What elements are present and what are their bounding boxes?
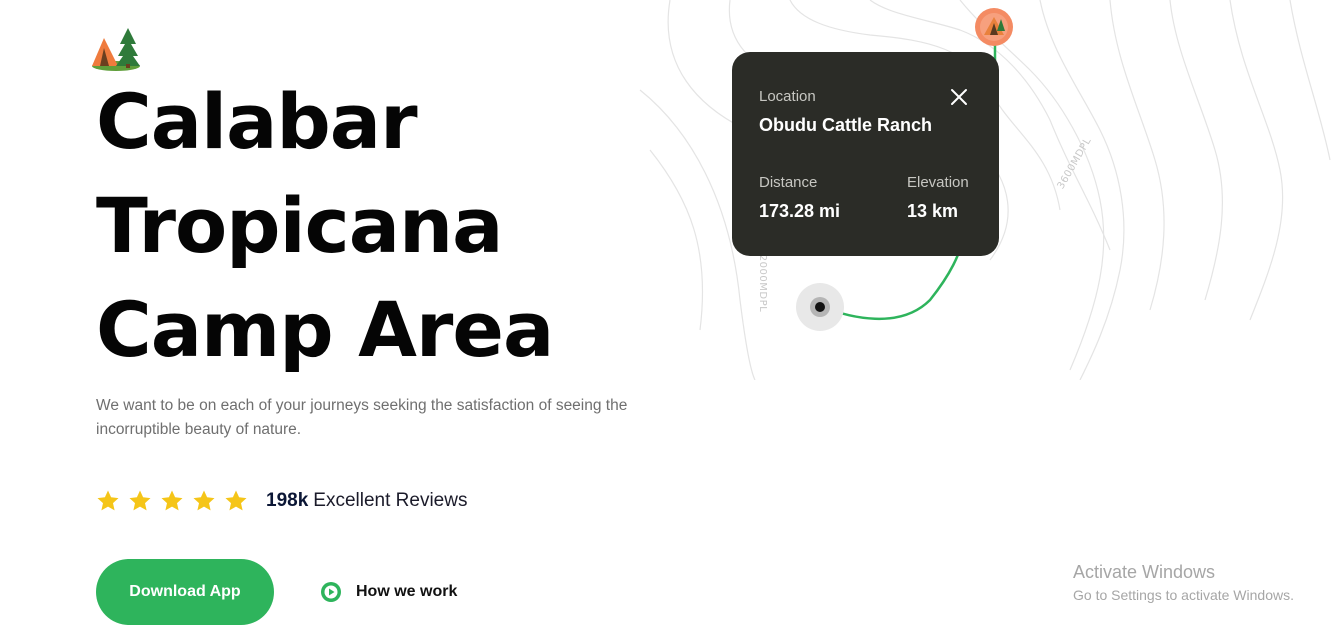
how-we-work-label: How we work	[356, 583, 458, 600]
close-icon	[951, 89, 967, 105]
elevation-value: 13 km	[907, 201, 959, 221]
title-line-1: Calabar	[96, 77, 418, 166]
reviews-label: Excellent Reviews	[313, 490, 468, 511]
star-icon	[161, 490, 183, 511]
star-rating	[96, 489, 248, 513]
location-info-card: Location Obudu Cattle Ranch Distance 173…	[732, 52, 999, 256]
star-icon	[97, 490, 119, 511]
star-icon	[193, 490, 215, 511]
reviews-count: 198k	[266, 490, 309, 511]
hero-description: We want to be on each of your journeys s…	[96, 397, 628, 438]
rating-row: 198k Excellent Reviews	[96, 486, 467, 516]
title-line-3: Camp Area	[96, 285, 554, 374]
close-button[interactable]	[948, 86, 970, 108]
reviews-text: 198k Excellent Reviews	[266, 490, 467, 512]
distance-value: 173.28 mi	[759, 201, 841, 221]
download-app-button[interactable]: Download App	[96, 559, 274, 625]
camping-tent-icon	[92, 28, 140, 71]
elevation-label: Elevation	[907, 174, 969, 191]
page-title: Calabar Tropicana Camp Area	[96, 70, 554, 382]
star-icon	[129, 490, 151, 511]
location-label: Location	[759, 88, 816, 105]
play-icon	[321, 582, 341, 602]
activate-windows-title: Activate Windows	[1073, 562, 1216, 582]
star-icon	[225, 490, 247, 511]
title-line-2: Tropicana	[96, 181, 503, 270]
location-name: Obudu Cattle Ranch	[759, 115, 933, 135]
activate-windows-subtitle: Go to Settings to activate Windows.	[1073, 587, 1294, 603]
distance-label: Distance	[759, 174, 818, 191]
how-we-work-link[interactable]: How we work	[320, 581, 457, 603]
location-dot-icon[interactable]	[795, 282, 845, 332]
